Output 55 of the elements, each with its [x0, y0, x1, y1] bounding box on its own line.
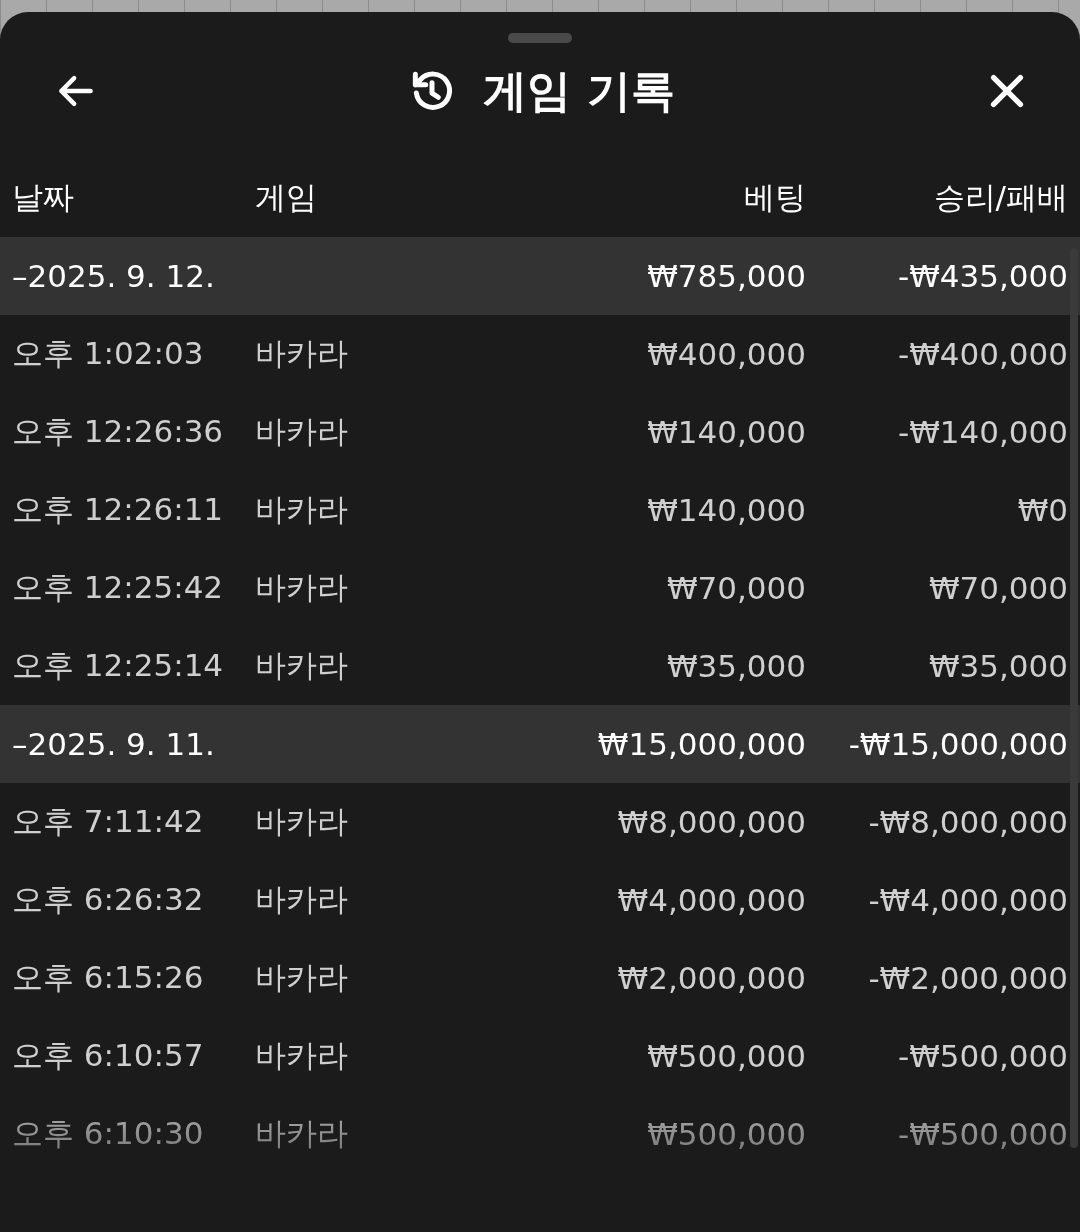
bet-cell-text: ₩2,000,000 — [616, 960, 806, 996]
bet-cell-text: ₩140,000 — [646, 492, 806, 528]
column-header[interactable]: 베팅 — [506, 177, 806, 219]
group-date: –2025. 9. 11. — [12, 726, 216, 762]
bet-cell-text: ₩35,000 — [665, 648, 806, 684]
time-cell-text: 오후 6:26:32 — [12, 880, 205, 919]
bet-cell-text: ₩70,000 — [665, 570, 806, 606]
game-cell-text: 바카라 — [255, 880, 349, 919]
result-cell-text: ₩35,000 — [927, 648, 1068, 684]
time-cell-text: 오후 12:26:36 — [12, 412, 225, 451]
bet-cell-text: ₩500,000 — [646, 1038, 806, 1074]
time-cell-text: 오후 12:26:11 — [12, 490, 225, 529]
column-header[interactable]: 게임 — [255, 177, 506, 219]
bet-cell-text: ₩500,000 — [646, 1116, 806, 1152]
date-group-row[interactable]: –2025. 9. 11. ₩15,000,000 -₩15,000,000 — [0, 705, 1080, 783]
result-cell-text: -₩400,000 — [896, 336, 1068, 372]
result-cell-text: -₩500,000 — [896, 1116, 1068, 1152]
time-cell-text: 오후 6:15:26 — [12, 958, 205, 997]
game-cell-text: 바카라 — [255, 334, 349, 373]
result-cell-text: -₩8,000,000 — [867, 804, 1068, 840]
time-cell-text: 오후 12:25:42 — [12, 568, 225, 607]
group-date: –2025. 9. 12. — [12, 258, 216, 294]
time-cell-text: 오후 7:11:42 — [12, 802, 205, 841]
bet-cell-text: ₩4,000,000 — [616, 882, 806, 918]
result-cell-text: -₩140,000 — [896, 414, 1068, 450]
game-cell-text: 바카라 — [255, 490, 349, 529]
group-result-total: -₩15,000,000 — [847, 726, 1068, 762]
column-header[interactable]: 날짜 — [12, 177, 255, 219]
group-bet-total: ₩785,000 — [646, 258, 806, 294]
game-cell-text: 바카라 — [255, 412, 349, 451]
game-cell-text: 바카라 — [255, 646, 349, 685]
result-cell-text: ₩0 — [1016, 492, 1068, 528]
game-cell-text: 바카라 — [255, 802, 349, 841]
game-cell-text: 바카라 — [255, 1114, 349, 1153]
result-cell-text: -₩4,000,000 — [867, 882, 1068, 918]
game-cell-text: 바카라 — [255, 1036, 349, 1075]
drag-handle[interactable] — [508, 33, 572, 43]
result-cell-text: ₩70,000 — [927, 570, 1068, 606]
game-cell-text: 바카라 — [255, 958, 349, 997]
bet-cell-text: ₩140,000 — [646, 414, 806, 450]
time-cell-text: 오후 6:10:57 — [12, 1036, 205, 1075]
group-bet-total: ₩15,000,000 — [596, 726, 806, 762]
game-cell-text: 바카라 — [255, 568, 349, 607]
time-cell-text: 오후 12:25:14 — [12, 646, 225, 685]
date-group-row[interactable]: –2025. 9. 12. ₩785,000 -₩435,000 — [0, 237, 1080, 315]
group-result-total: -₩435,000 — [896, 258, 1068, 294]
scrollbar[interactable] — [1070, 248, 1078, 1148]
result-cell-text: -₩500,000 — [896, 1038, 1068, 1074]
window-title: 게임 기록 — [483, 63, 675, 118]
bet-cell-text: ₩400,000 — [646, 336, 806, 372]
column-header[interactable]: 승리/패배 — [806, 177, 1068, 219]
bet-cell-text: ₩8,000,000 — [616, 804, 806, 840]
time-cell-text: 오후 6:10:30 — [12, 1114, 205, 1153]
time-cell-text: 오후 1:02:03 — [12, 334, 205, 373]
result-cell-text: -₩2,000,000 — [867, 960, 1068, 996]
